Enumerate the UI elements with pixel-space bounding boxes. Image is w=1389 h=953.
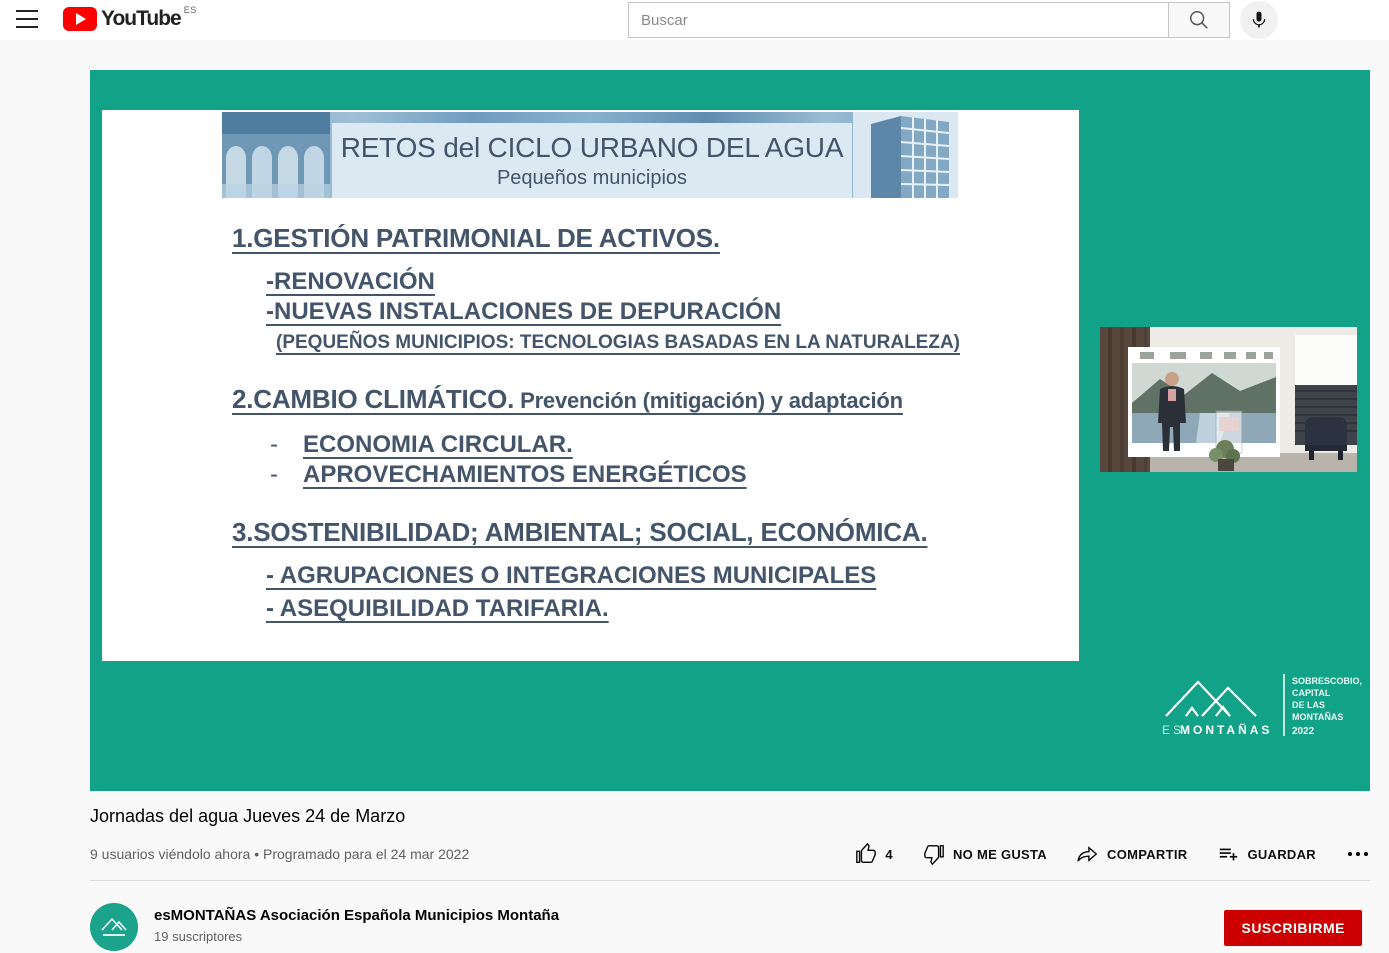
video-meta: 9 usuarios viéndolo ahora • Programado p…: [90, 846, 469, 862]
video-title: Jornadas del agua Jueves 24 de Marzo: [90, 806, 1370, 827]
like-button[interactable]: 4: [855, 843, 893, 865]
youtube-header: YouTube ES: [0, 0, 1389, 40]
slide-item-3-sub-2: - ASEQUIBILIDAD TARIFARIA.: [266, 595, 609, 622]
channel-subscribers: 19 suscriptores: [154, 929, 242, 944]
dislike-label: NO ME GUSTA: [953, 847, 1047, 862]
region-label: ES: [184, 5, 197, 15]
playlist-add-icon: [1217, 843, 1239, 865]
search-input[interactable]: [628, 2, 1168, 38]
speaker-inset: [1100, 327, 1357, 472]
channel-avatar[interactable]: [90, 903, 138, 951]
video-player[interactable]: RETOS del CICLO URBANO DEL AGUA Pequeños…: [90, 70, 1370, 791]
slide-title-box: RETOS del CICLO URBANO DEL AGUA Pequeños…: [332, 123, 852, 198]
thumb-down-icon: [923, 843, 945, 865]
svg-text:SOBRESCOBIO,: SOBRESCOBIO,: [1292, 676, 1362, 686]
speaker-camera-view: [1100, 327, 1357, 472]
badge-caption: SOBRESCOBIO, CAPITAL DE LAS MONTAÑAS 202…: [1292, 676, 1362, 737]
video-actions: 4 NO ME GUSTA COMPARTIR GUARDAR: [855, 843, 1370, 865]
youtube-wordmark: YouTube: [101, 7, 181, 31]
section-divider: [90, 880, 1370, 881]
youtube-play-icon: [63, 7, 97, 31]
save-button[interactable]: GUARDAR: [1217, 843, 1316, 865]
subscribe-button[interactable]: SUSCRIBIRME: [1224, 910, 1362, 946]
thumb-up-icon: [855, 843, 877, 865]
svg-text:DE LAS: DE LAS: [1292, 700, 1325, 710]
slide-content: 1.GESTIÓN PATRIMONIAL DE ACTIVOS. -RENOV…: [232, 221, 1063, 624]
esmontanas-badge: ES MONTAÑAS SOBRESCOBIO, CAPITAL DE LAS …: [1158, 666, 1363, 756]
share-icon: [1077, 843, 1099, 865]
slide-item-2-sub-2: APROVECHAMIENTOS ENERGÉTICOS: [303, 460, 747, 490]
slide-banner: RETOS del CICLO URBANO DEL AGUA Pequeños…: [222, 112, 958, 198]
channel-row: esMONTAÑAS Asociación Española Municipio…: [90, 903, 1370, 953]
slide-item-2-sub-1: ECONOMIA CIRCULAR.: [303, 430, 573, 460]
svg-text:2022: 2022: [1292, 726, 1315, 737]
svg-text:CAPITAL: CAPITAL: [1292, 688, 1331, 698]
share-button[interactable]: COMPARTIR: [1077, 843, 1187, 865]
slide-item-1-heading: 1.GESTIÓN PATRIMONIAL DE ACTIVOS.: [232, 221, 1063, 255]
slide-subtitle: Pequeños municipios: [497, 167, 687, 190]
like-count: 4: [885, 847, 893, 862]
svg-text:MONTAÑAS: MONTAÑAS: [1292, 712, 1343, 722]
slide-title: RETOS del CICLO URBANO DEL AGUA: [341, 132, 844, 164]
building-image: [853, 112, 958, 198]
search-icon: [1188, 9, 1210, 31]
mic-icon: [1249, 10, 1269, 30]
aqueduct-image: [222, 112, 330, 198]
presentation-slide: RETOS del CICLO URBANO DEL AGUA Pequeños…: [102, 110, 1079, 661]
slide-item-1-sub-1: -RENOVACIÓN: [266, 268, 435, 295]
video-info: Jornadas del agua Jueves 24 de Marzo 9 u…: [90, 806, 1370, 881]
mountains-icon: [1166, 682, 1256, 716]
slide-item-1-sub-2: -NUEVAS INSTALACIONES DE DEPURACIÓN: [266, 298, 781, 325]
channel-name[interactable]: esMONTAÑAS Asociación Española Municipio…: [154, 907, 559, 924]
more-icon: [1348, 852, 1352, 856]
slide-item-2-heading: 2.CAMBIO CLIMÁTICO. Prevención (mitigaci…: [232, 382, 1063, 418]
search-bar: [628, 2, 1230, 38]
more-button[interactable]: [1346, 848, 1370, 860]
search-button[interactable]: [1168, 2, 1230, 38]
save-label: GUARDAR: [1247, 847, 1316, 862]
mic-button[interactable]: [1240, 1, 1278, 39]
slide-item-1-sub-3: (PEQUEÑOS MUNICIPIOS: TECNOLOGIAS BASADA…: [276, 332, 960, 353]
youtube-logo[interactable]: YouTube ES: [63, 7, 197, 31]
slide-item-3-sub-1: - AGRUPACIONES O INTEGRACIONES MUNICIPAL…: [266, 562, 876, 589]
share-label: COMPARTIR: [1107, 847, 1187, 862]
menu-icon[interactable]: [16, 10, 38, 28]
slide-item-3-heading: 3.SOSTENIBILIDAD; AMBIENTAL; SOCIAL, ECO…: [232, 515, 1063, 549]
dislike-button[interactable]: NO ME GUSTA: [923, 843, 1047, 865]
badge-brand-montanas: MONTAÑAS: [1180, 722, 1272, 737]
